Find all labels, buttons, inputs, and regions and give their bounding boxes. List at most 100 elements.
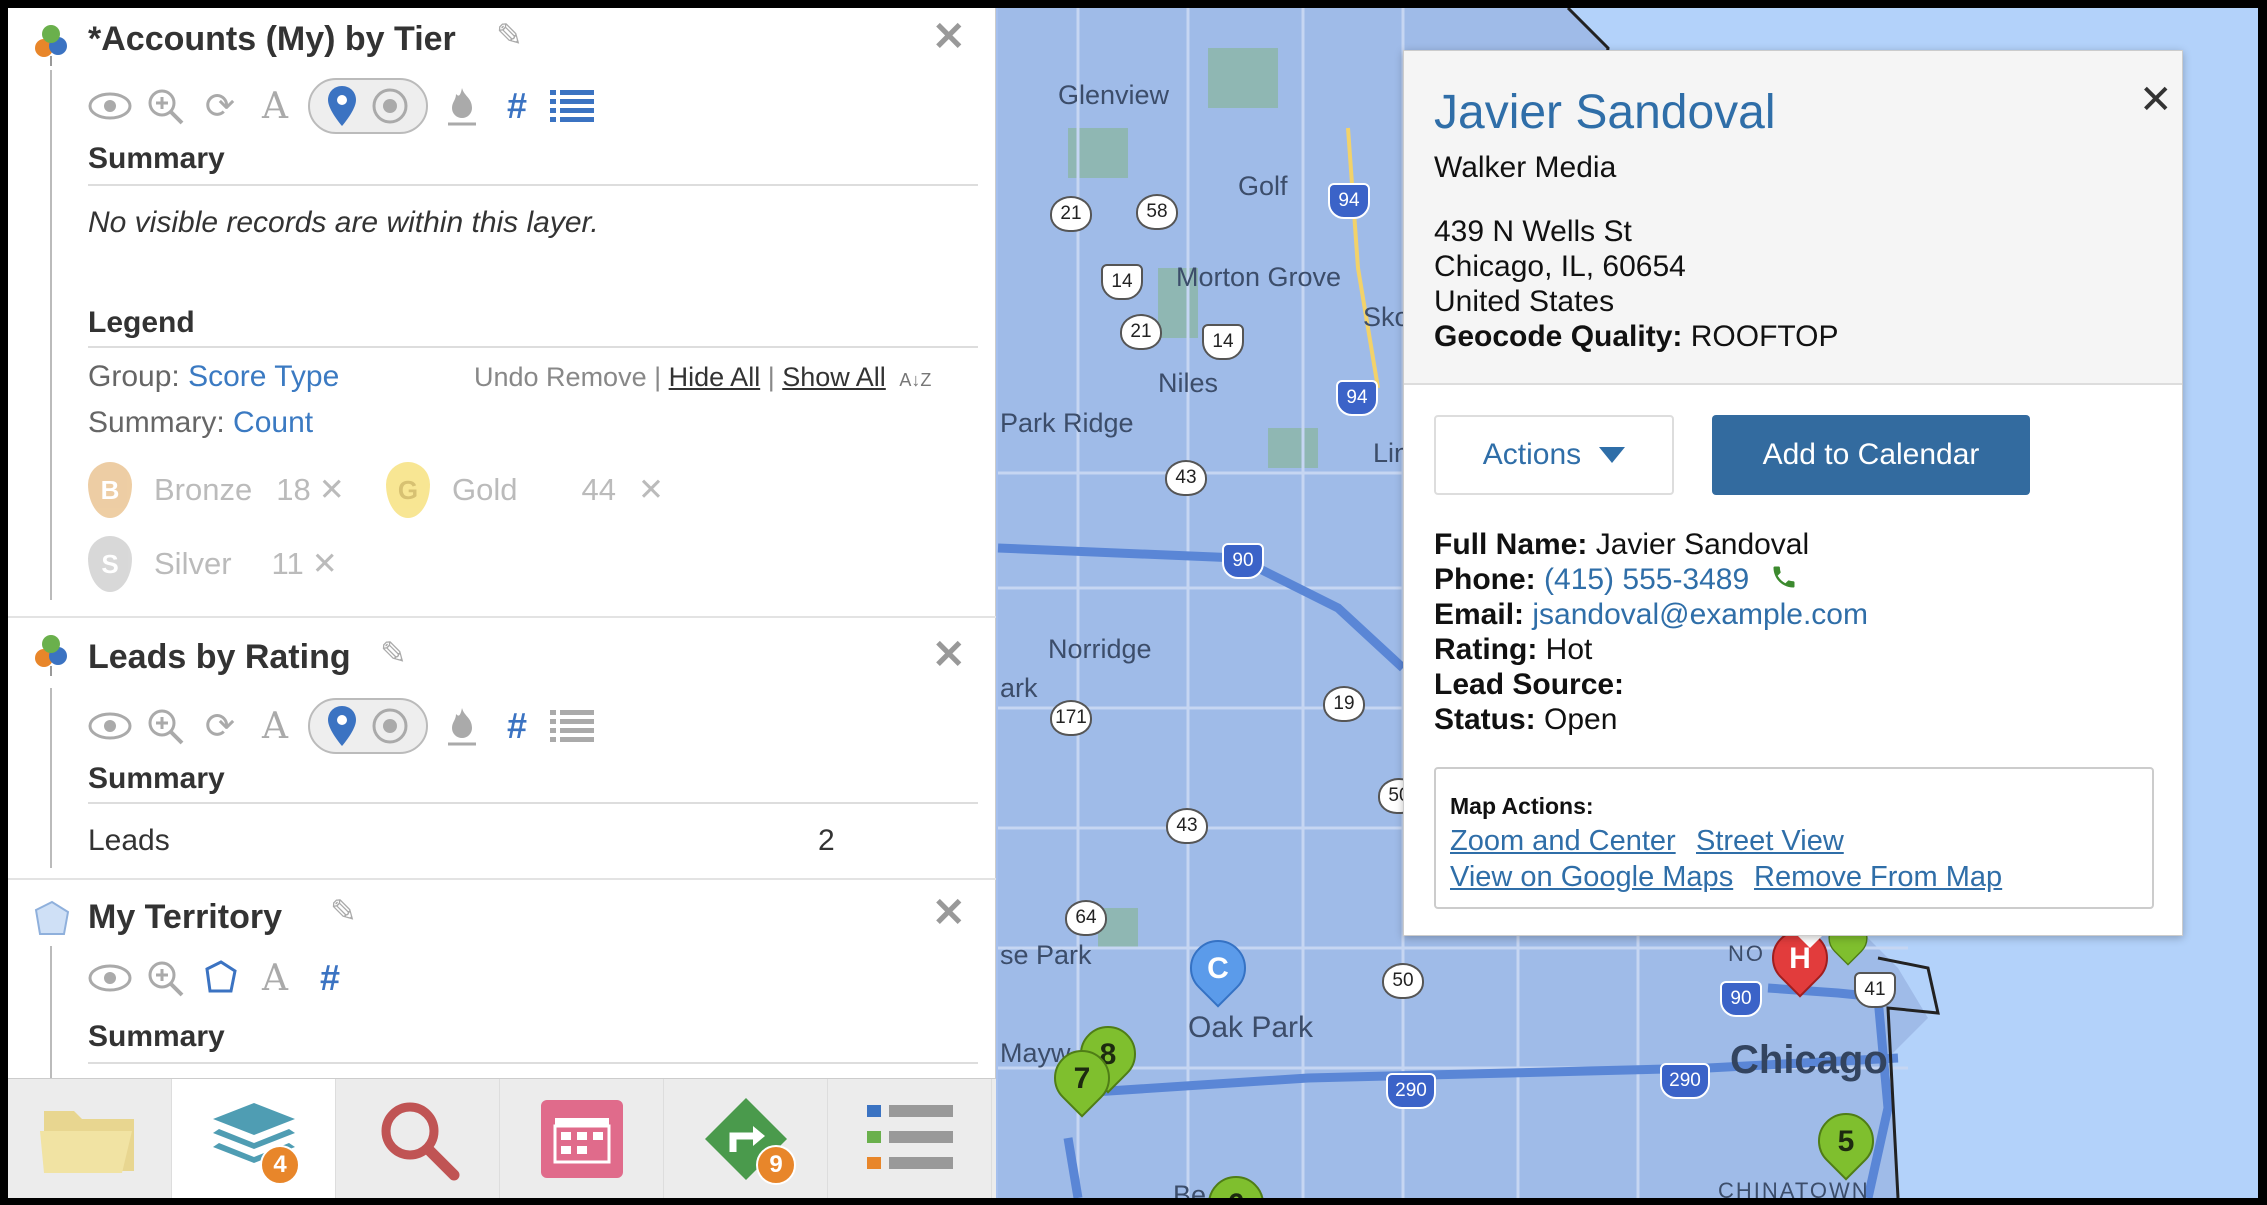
zoom-in-icon[interactable] bbox=[143, 84, 187, 128]
label-text-icon[interactable]: A bbox=[253, 84, 297, 128]
bottom-tab-bar: 4 9 bbox=[8, 1078, 996, 1198]
app-frame: Glenview Golf Morton Grove Sko Niles Par… bbox=[8, 8, 2258, 1198]
edit-pencil-icon[interactable]: ✎ bbox=[496, 16, 523, 54]
tab-folders[interactable] bbox=[8, 1079, 172, 1198]
tree-line bbox=[50, 70, 52, 600]
map-pin[interactable]: 6 bbox=[1196, 1164, 1276, 1198]
highway-shield: 50 bbox=[1382, 963, 1424, 999]
map-pin[interactable]: 5 bbox=[1806, 1101, 1886, 1195]
layer-leads-by-rating: Leads by Rating ✎ ✕ ⟳ A # Summary Leads bbox=[8, 618, 996, 880]
street-view-link[interactable]: Street View bbox=[1696, 825, 1844, 858]
record-company: Walker Media bbox=[1434, 151, 1617, 184]
phone-icon[interactable] bbox=[1770, 563, 1798, 599]
tab-calendar[interactable] bbox=[500, 1079, 664, 1198]
remove-layer-icon[interactable]: ✕ bbox=[932, 890, 966, 936]
tab-list[interactable] bbox=[828, 1079, 992, 1198]
zoom-and-center-link[interactable]: Zoom and Center bbox=[1450, 825, 1676, 858]
target-icon[interactable] bbox=[368, 704, 412, 748]
legend-item-silver[interactable]: S Silver 11 ✕ bbox=[88, 536, 338, 592]
list-view-icon[interactable] bbox=[550, 704, 594, 748]
address-street: 439 N Wells St bbox=[1434, 215, 1632, 248]
group-score-type-link[interactable]: Score Type bbox=[188, 360, 339, 393]
map-place-label: Niles bbox=[1158, 368, 1219, 398]
gold-pin-icon: G bbox=[386, 462, 430, 518]
label-text-icon[interactable]: A bbox=[253, 956, 297, 1000]
close-popup-icon[interactable]: ✕ bbox=[2139, 77, 2173, 123]
divider bbox=[88, 1062, 978, 1064]
highway-shield: 43 bbox=[1165, 460, 1207, 496]
heatmap-flame-icon[interactable] bbox=[440, 84, 484, 128]
marker-mode-toggle[interactable] bbox=[308, 698, 428, 754]
tab-layers[interactable]: 4 bbox=[172, 1079, 336, 1198]
caret-down-icon bbox=[1599, 447, 1626, 463]
legend-item-bronze[interactable]: B Bronze 18 ✕ bbox=[88, 462, 345, 518]
target-icon[interactable] bbox=[368, 84, 412, 128]
marker-mode-toggle[interactable] bbox=[308, 78, 428, 134]
highway-shield: 290 bbox=[1386, 1073, 1436, 1109]
hash-icon[interactable]: # bbox=[495, 704, 539, 748]
tab-search[interactable] bbox=[336, 1079, 500, 1198]
highway-shield: 21 bbox=[1050, 196, 1092, 232]
legend-summary-row: Summary: Count bbox=[88, 406, 314, 439]
tab-routes[interactable]: 9 bbox=[664, 1079, 828, 1198]
summary-row-label: Leads bbox=[88, 824, 170, 857]
undo-remove-link[interactable]: Undo Remove bbox=[474, 362, 647, 392]
remove-layer-icon[interactable]: ✕ bbox=[932, 14, 966, 60]
zoom-in-icon[interactable] bbox=[143, 956, 187, 1000]
map-place-label: Park Ridge bbox=[1000, 408, 1134, 438]
layer-my-territory: My Territory ✎ ✕ A # Summary bbox=[8, 880, 996, 1078]
territory-polygon-icon bbox=[30, 898, 74, 938]
highway-shield: 14 bbox=[1101, 264, 1143, 300]
map-pin-icon[interactable] bbox=[320, 84, 364, 128]
summary-count-link[interactable]: Count bbox=[233, 406, 313, 439]
summary-row-value: 2 bbox=[818, 824, 835, 857]
edit-pencil-icon[interactable]: ✎ bbox=[380, 634, 407, 672]
map-pin[interactable]: 7 bbox=[1042, 1038, 1122, 1132]
summary-text: No visible records are within this layer… bbox=[88, 206, 599, 239]
record-name-link[interactable]: Javier Sandoval bbox=[1434, 85, 1776, 140]
calendar-icon bbox=[540, 1100, 623, 1178]
label-text-icon[interactable]: A bbox=[253, 704, 297, 748]
highway-shield: 43 bbox=[1166, 808, 1208, 844]
legend-item-gold[interactable]: G Gold 44 ✕ bbox=[386, 462, 664, 518]
hash-icon[interactable]: # bbox=[308, 956, 352, 1000]
view-on-google-maps-link[interactable]: View on Google Maps bbox=[1450, 861, 1733, 894]
list-icon bbox=[866, 1105, 953, 1169]
remove-layer-icon[interactable]: ✕ bbox=[932, 632, 966, 678]
highway-shield: 94 bbox=[1328, 183, 1370, 219]
refresh-icon[interactable]: ⟳ bbox=[198, 84, 242, 128]
remove-legend-item-icon[interactable]: ✕ bbox=[312, 546, 338, 582]
map-pin[interactable]: C bbox=[1178, 928, 1258, 1022]
address-city: Chicago, IL, 60654 bbox=[1434, 250, 1686, 283]
sort-icon[interactable]: A↓Z bbox=[899, 370, 931, 390]
refresh-icon[interactable]: ⟳ bbox=[198, 704, 242, 748]
email-link[interactable]: jsandoval@example.com bbox=[1532, 598, 1868, 631]
eye-icon[interactable] bbox=[88, 956, 132, 1000]
map-pin-icon[interactable] bbox=[320, 704, 364, 748]
zoom-in-icon[interactable] bbox=[143, 704, 187, 748]
layers-panel: *Accounts (My) by Tier ✎ ✕ ⟳ A # Summary… bbox=[8, 8, 996, 1198]
show-all-link[interactable]: Show All bbox=[782, 362, 886, 392]
remove-legend-item-icon[interactable]: ✕ bbox=[319, 472, 345, 508]
map-actions-box: Map Actions: Zoom and Center Street View… bbox=[1434, 767, 2154, 909]
layer-title: *Accounts (My) by Tier bbox=[88, 20, 456, 58]
actions-dropdown-button[interactable]: Actions bbox=[1434, 415, 1674, 495]
field-rating: Rating: Hot bbox=[1434, 633, 1593, 666]
edit-pencil-icon[interactable]: ✎ bbox=[330, 892, 357, 930]
hash-icon[interactable]: # bbox=[495, 84, 539, 128]
map-place-label: NO bbox=[1728, 941, 1765, 966]
map-actions-title: Map Actions: bbox=[1450, 793, 1594, 819]
list-view-icon[interactable] bbox=[550, 84, 594, 128]
remove-legend-item-icon[interactable]: ✕ bbox=[638, 472, 664, 508]
heatmap-flame-icon[interactable] bbox=[440, 704, 484, 748]
tree-line bbox=[50, 946, 52, 1078]
eye-icon[interactable] bbox=[88, 704, 132, 748]
divider bbox=[88, 346, 978, 348]
polygon-icon[interactable] bbox=[198, 956, 242, 1000]
eye-icon[interactable] bbox=[88, 84, 132, 128]
add-to-calendar-button[interactable]: Add to Calendar bbox=[1712, 415, 2030, 495]
bronze-pin-icon: B bbox=[88, 462, 132, 518]
remove-from-map-link[interactable]: Remove From Map bbox=[1754, 861, 2002, 894]
phone-link[interactable]: (415) 555-3489 bbox=[1544, 563, 1749, 596]
hide-all-link[interactable]: Hide All bbox=[669, 362, 761, 392]
